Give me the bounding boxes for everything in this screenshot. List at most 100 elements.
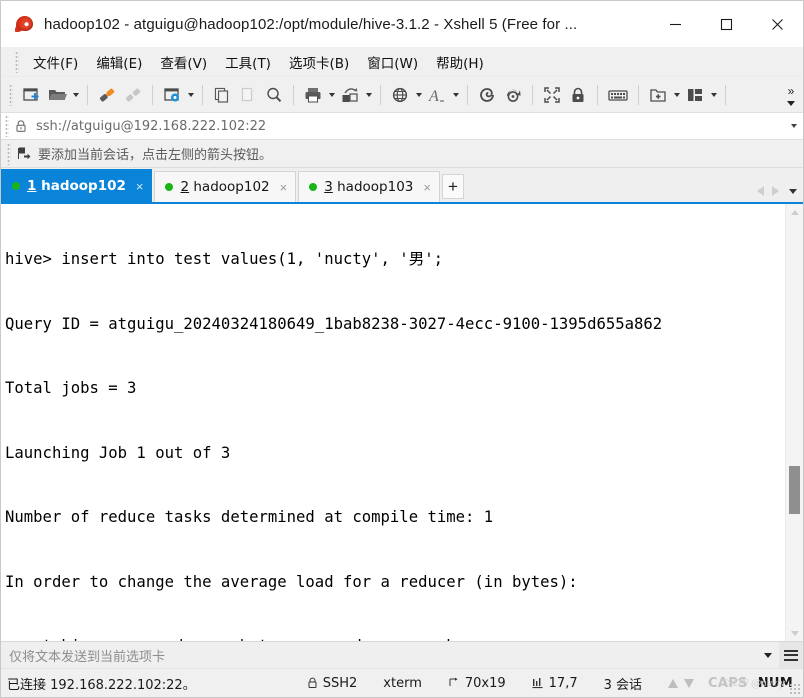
svg-text:A: A [428,88,439,105]
tab-close-button[interactable]: × [278,181,290,194]
chevron-down-icon [764,652,772,658]
paste-button[interactable] [235,81,261,109]
num-indicator: NUM [757,675,793,691]
tab-hadoop102-2[interactable]: 2 hadoop102 × [154,171,297,202]
notice-text: 要添加当前会话，点击左侧的箭头按钮。 [38,148,273,163]
status-cursor[interactable]: 17,7 [532,676,578,691]
find-button[interactable] [261,81,287,109]
toolbar-separator [467,84,468,105]
toolbar: A » [1,77,803,113]
layout-button[interactable] [682,81,708,109]
scrollbar-thumb[interactable] [789,466,800,514]
keyboard-icon [608,89,628,101]
status-terminal-type[interactable]: xterm [383,676,422,691]
status-size[interactable]: 70x19 [448,676,506,691]
fullscreen-button[interactable] [539,81,565,109]
arrow-down-icon [684,678,695,688]
tab-close-button[interactable]: × [421,181,433,194]
menu-file[interactable]: 文件(F) [24,49,87,75]
chevron-right-icon[interactable] [772,186,779,196]
window-resize-grip[interactable] [789,683,801,695]
send-target-dropdown[interactable] [757,652,779,658]
xshell-window: hadoop102 - atguigu@hadoop102:/opt/modul… [0,0,804,698]
status-protocol[interactable]: SSH2 [307,676,357,691]
font-dropdown[interactable] [450,81,461,109]
transfer-file-dropdown[interactable] [363,81,374,109]
toolbar-overflow-button[interactable]: » [783,79,799,111]
scroll-up-button[interactable] [786,204,803,220]
add-panel-button[interactable] [645,81,671,109]
hamburger-menu-icon [784,654,798,656]
menu-grip[interactable] [15,50,19,73]
cursor-position-icon [532,678,543,689]
open-session-dropdown[interactable] [70,81,81,109]
send-text-input[interactable]: 仅将文本发送到当前选项卡 [1,646,757,665]
add-panel-dropdown[interactable] [671,81,682,109]
copy-button[interactable] [209,81,235,109]
connect-button[interactable] [94,81,120,109]
toolbar-grip[interactable] [9,83,13,106]
scroll-down-button[interactable] [786,625,803,641]
address-bar[interactable]: ssh://atguigu@192.168.222.102:22 [1,113,803,140]
transfer-file-button[interactable] [337,81,363,109]
maximize-button[interactable] [701,1,752,47]
terminal-scrollbar[interactable] [785,204,803,641]
session-properties-button[interactable] [159,81,185,109]
print-button[interactable] [300,81,326,109]
tab-hadoop102-1[interactable]: 1 hadoop102 × [1,169,153,202]
tab-label: 3 hadoop103 [324,179,413,195]
menu-help[interactable]: 帮助(H) [427,49,493,75]
lock-icon [16,120,26,132]
menu-window[interactable]: 窗口(W) [358,49,427,75]
triangle-down-icon [790,630,799,636]
terminal-type-label: xterm [383,675,422,691]
tab-name: hadoop103 [337,179,414,195]
tab-list-dropdown-icon[interactable] [789,188,797,194]
menu-view[interactable]: 查看(V) [151,49,216,75]
open-session-button[interactable] [44,81,70,109]
minimize-icon [670,23,681,25]
keyboard-button[interactable] [604,81,632,109]
toolbar-separator [532,84,533,105]
new-tab-button[interactable]: + [441,174,464,199]
notice-bar-grip[interactable] [7,142,11,165]
menu-edit[interactable]: 编辑(E) [87,49,151,75]
log-icon [480,87,494,102]
new-session-button[interactable] [18,81,44,109]
address-dropdown-button[interactable] [785,124,803,128]
tab-hadoop103-3[interactable]: 3 hadoop103 × [298,171,440,202]
font-button[interactable]: A [424,81,450,109]
lock-button[interactable] [565,81,591,109]
encoding-dropdown[interactable] [413,81,424,109]
menu-tabs[interactable]: 选项卡(B) [280,49,358,75]
session-properties-dropdown[interactable] [185,81,196,109]
log-button[interactable] [474,81,500,109]
tab-close-button[interactable]: × [134,180,146,193]
tab-status-dot [12,182,20,190]
toolbar-separator [152,84,153,105]
tab-name: hadoop102 [193,179,270,195]
status-sessions[interactable]: 3 会话 [604,674,642,693]
layout-dropdown[interactable] [708,81,719,109]
encoding-button[interactable] [387,81,413,109]
address-input[interactable]: ssh://atguigu@192.168.222.102:22 [36,119,785,134]
connection-status: 已连接 192.168.222.102:22。 [7,677,196,693]
close-button[interactable] [752,1,803,47]
send-options-menu-button[interactable] [779,641,803,669]
record-button[interactable] [500,81,526,109]
lock-icon [308,677,317,688]
terminal-line: hive> insert into test values(1, 'nucty'… [5,250,444,268]
minimize-button[interactable] [650,1,701,47]
size-label: 70x19 [464,675,506,691]
terminal-output[interactable]: hive> insert into test values(1, 'nucty'… [1,204,785,641]
connect-icon [99,88,115,102]
window-controls [650,1,803,47]
chevron-left-icon[interactable] [757,186,764,196]
new-session-icon [23,87,39,101]
print-dropdown[interactable] [326,81,337,109]
xshell-icon [15,14,35,34]
address-bar-grip[interactable] [5,115,9,137]
menu-tools[interactable]: 工具(T) [216,49,280,75]
disconnect-button[interactable] [120,81,146,109]
title-bar: hadoop102 - atguigu@hadoop102:/opt/modul… [1,1,803,47]
